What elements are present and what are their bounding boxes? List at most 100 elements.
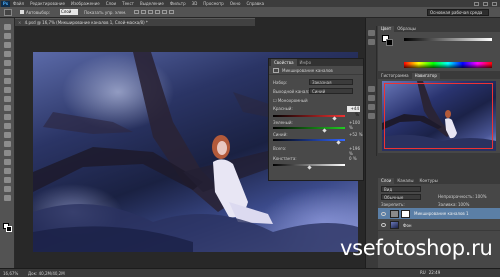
visibility-eye-icon[interactable]: [381, 211, 386, 216]
tab-properties[interactable]: Свойства: [271, 59, 297, 66]
color-value-slider[interactable]: [404, 38, 492, 41]
tab-paths[interactable]: Контуры: [416, 178, 440, 184]
styles-panel-icon[interactable]: [368, 95, 375, 101]
constant-label: Константа:: [273, 156, 297, 161]
blur-tool-icon[interactable]: [4, 132, 11, 138]
tab-info[interactable]: Инфо: [297, 60, 314, 65]
hand-tool-icon[interactable]: [4, 186, 11, 192]
healing-brush-tool-icon[interactable]: [4, 78, 11, 84]
blue-channel-knob[interactable]: [336, 140, 342, 145]
layer-row[interactable]: Микширование каналов 1: [378, 208, 500, 219]
red-channel-value[interactable]: +44 %: [347, 106, 360, 117]
document-info[interactable]: Док: 40,2M/40,2M: [28, 271, 65, 276]
tab-channels[interactable]: Каналы: [394, 178, 416, 184]
blue-channel-slider[interactable]: [273, 139, 345, 141]
menu-filter[interactable]: Фильтр: [170, 1, 186, 6]
options-bar: Автовыбор: Слой Показать упр. элем. Осно…: [0, 7, 500, 18]
tab-histogram[interactable]: Гистограмма: [378, 73, 412, 79]
layer-kind-filter[interactable]: Вид: [381, 186, 421, 192]
align-left-icon[interactable]: [155, 10, 160, 14]
maximize-icon[interactable]: [483, 1, 488, 6]
pen-tool-icon[interactable]: [4, 150, 11, 156]
layer-row[interactable]: Фон: [378, 220, 500, 231]
show-transform-controls[interactable]: Показать упр. элем.: [84, 10, 126, 15]
window-controls: [474, 1, 497, 6]
red-channel-knob[interactable]: [332, 116, 337, 121]
eyedropper-tool-icon[interactable]: [4, 69, 11, 75]
path-select-tool-icon[interactable]: [4, 168, 11, 174]
lasso-tool-icon[interactable]: [4, 42, 11, 48]
output-channel-dropdown[interactable]: Синий: [309, 88, 353, 94]
marquee-tool-icon[interactable]: [4, 33, 11, 39]
shape-tool-icon[interactable]: [4, 177, 11, 183]
menu-window[interactable]: Окно: [230, 1, 241, 6]
menu-image[interactable]: Изображение: [71, 1, 100, 6]
visibility-eye-icon[interactable]: [381, 223, 386, 227]
menu-edit[interactable]: Редактирование: [30, 1, 65, 6]
workspace-switcher[interactable]: Основная рабочая среда: [427, 9, 489, 16]
align-right-icon[interactable]: [169, 10, 174, 14]
preset-dropdown[interactable]: Заказная: [309, 79, 353, 85]
tab-swatches[interactable]: Образцы: [394, 26, 419, 32]
navigator-thumbnail[interactable]: [382, 81, 496, 151]
document-tab[interactable]: × 4.psd @ 16,7% (Микширование каналов 1,…: [15, 18, 255, 26]
tab-color[interactable]: Цвет: [378, 26, 395, 32]
menu-view[interactable]: Просмотр: [203, 1, 224, 6]
menu-layers[interactable]: Слои: [106, 1, 116, 6]
dodge-tool-icon[interactable]: [4, 141, 11, 147]
history-panel-icon[interactable]: [368, 30, 375, 36]
color-spectrum[interactable]: [404, 62, 492, 68]
move-tool-icon[interactable]: [4, 24, 11, 30]
adjustments-panel-icon[interactable]: [368, 86, 375, 92]
total-value: +196 %: [349, 146, 360, 156]
type-tool-icon[interactable]: [4, 159, 11, 165]
close-tab-icon[interactable]: ×: [18, 20, 21, 25]
constant-knob[interactable]: [307, 165, 312, 170]
minimize-icon[interactable]: [474, 1, 479, 6]
language-indicator[interactable]: RU: [420, 270, 426, 275]
align-top-icon[interactable]: [134, 10, 139, 14]
menu-3d[interactable]: 3D: [192, 1, 198, 6]
properties-tabbar: Свойства Инфо: [269, 59, 363, 66]
tab-navigator[interactable]: Навигатор: [411, 73, 440, 79]
green-channel-knob[interactable]: [322, 128, 328, 133]
layer-mask-thumbnail[interactable]: [401, 209, 410, 218]
navigator-tabs: Гистограмма Навигатор: [378, 73, 500, 79]
gradient-tool-icon[interactable]: [4, 123, 11, 129]
close-window-icon[interactable]: [492, 1, 497, 6]
opacity-field[interactable]: Непрозрачность: 100%: [438, 194, 487, 199]
paragraph-panel-icon[interactable]: [368, 104, 375, 110]
align-bottom-icon[interactable]: [148, 10, 153, 14]
panel-background-swatch[interactable]: [386, 39, 393, 46]
navigator-view-box[interactable]: [384, 83, 493, 149]
tab-layers[interactable]: Слои: [378, 178, 395, 184]
zoom-tool-icon[interactable]: [4, 195, 11, 201]
history-brush-tool-icon[interactable]: [4, 105, 11, 111]
autoselect-dropdown[interactable]: Слой: [60, 9, 78, 15]
menu-file[interactable]: Файл: [13, 1, 24, 6]
zoom-level[interactable]: 16,67%: [3, 271, 18, 276]
autoselect-checkbox[interactable]: [20, 10, 24, 14]
align-middle-icon[interactable]: [141, 10, 146, 14]
crop-tool-icon[interactable]: [4, 60, 11, 66]
brush-tool-icon[interactable]: [4, 87, 11, 93]
constant-value[interactable]: 0 %: [349, 156, 357, 161]
actions-panel-icon[interactable]: [368, 39, 375, 45]
move-tool-icon[interactable]: [4, 9, 12, 16]
menu-select[interactable]: Выделение: [140, 1, 164, 6]
green-channel-value[interactable]: +100 %: [349, 120, 363, 130]
monochrome-checkbox-label[interactable]: ☐ Монохромный: [273, 98, 308, 103]
align-center-icon[interactable]: [162, 10, 167, 14]
menu-help[interactable]: Справка: [246, 1, 264, 6]
clone-stamp-tool-icon[interactable]: [4, 96, 11, 102]
character-panel-icon[interactable]: [368, 113, 375, 119]
background-color-swatch[interactable]: [6, 226, 12, 232]
fill-field[interactable]: Заливка: 100%: [438, 202, 469, 207]
eraser-tool-icon[interactable]: [4, 114, 11, 120]
clock: 22:49: [428, 270, 441, 275]
green-channel-slider[interactable]: [273, 127, 345, 129]
blend-mode-dropdown[interactable]: Обычные: [381, 194, 421, 200]
menu-type[interactable]: Текст: [122, 1, 134, 6]
quick-select-tool-icon[interactable]: [4, 51, 11, 57]
blue-channel-value[interactable]: +52 %: [349, 132, 363, 137]
